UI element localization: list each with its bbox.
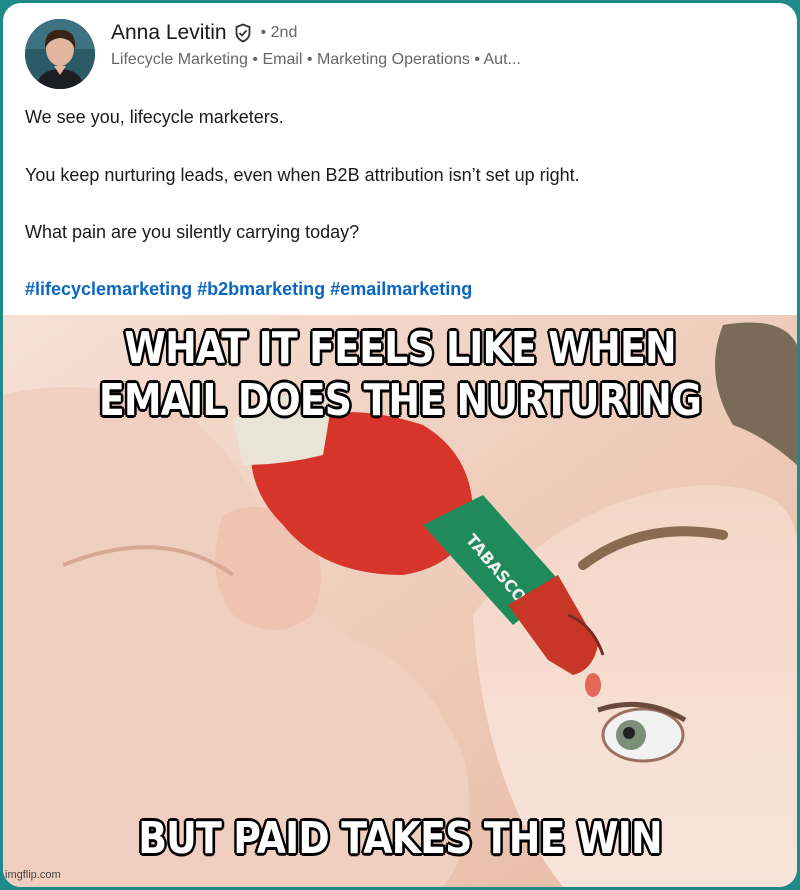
verified-icon xyxy=(233,23,253,43)
meme-bottom-caption: BUT PAID TAKES THE WIN xyxy=(138,813,662,864)
post-paragraph: What pain are you silently carrying toda… xyxy=(25,222,360,242)
meme-top-caption: WHAT IT FEELS LIKE WHEN EMAIL DOES THE N… xyxy=(59,323,742,427)
degree-label: 2nd xyxy=(270,24,298,41)
connection-degree: • 2nd xyxy=(260,24,298,41)
hashtag-link[interactable]: #b2bmarketing xyxy=(197,279,325,299)
meme-top-line: EMAIL DOES THE NURTURING xyxy=(98,375,702,426)
post-header: Anna Levitin • 2nd Lifecycle Marketing •… xyxy=(25,19,785,93)
meme-top-line: WHAT IT FEELS LIKE WHEN xyxy=(124,323,676,374)
name-row: Anna Levitin • 2nd xyxy=(111,21,297,45)
meme-image[interactable]: TABASCO WHAT IT FEELS LIKE WHEN EMAIL DO… xyxy=(3,315,797,887)
avatar[interactable] xyxy=(25,19,95,89)
post-paragraph: We see you, lifecycle marketers. xyxy=(25,107,284,127)
author-name[interactable]: Anna Levitin xyxy=(111,21,227,45)
post-card: Anna Levitin • 2nd Lifecycle Marketing •… xyxy=(3,3,797,887)
hashtag-link[interactable]: #lifecyclemarketing xyxy=(25,279,192,299)
hashtag-link[interactable]: #emailmarketing xyxy=(330,279,472,299)
post-paragraph: You keep nurturing leads, even when B2B … xyxy=(25,165,580,185)
hashtag-row: #lifecyclemarketing #b2bmarketing #email… xyxy=(25,277,472,301)
author-headline: Lifecycle Marketing • Email • Marketing … xyxy=(111,51,521,68)
watermark: imgflip.com xyxy=(5,869,61,881)
